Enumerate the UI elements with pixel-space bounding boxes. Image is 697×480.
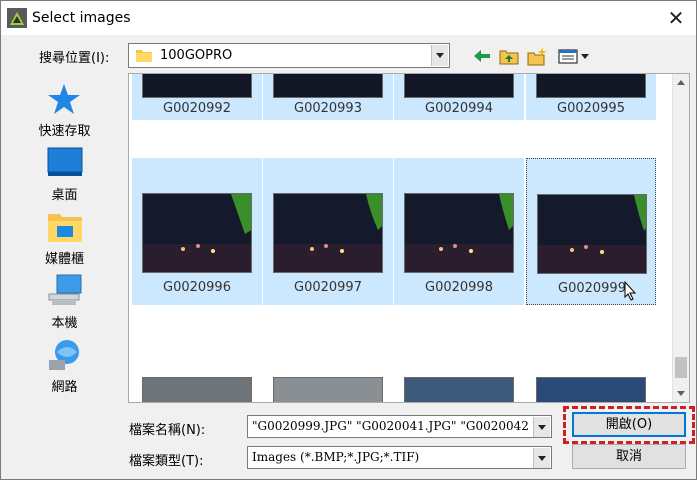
place-label: 媒體櫃 (44, 252, 84, 267)
file-name: G0020998 (425, 280, 493, 295)
file-tile[interactable]: G0020995 (526, 74, 656, 120)
scrollbar-thumb[interactable] (675, 357, 687, 378)
close-icon[interactable]: ✕ (656, 1, 696, 35)
file-name: G0020992 (163, 101, 231, 116)
file-name: G0020996 (163, 280, 231, 295)
filename-label: 檔案名稱(N): (129, 423, 206, 438)
place-libraries[interactable]: 媒體櫃 (7, 210, 122, 270)
image-thumbnail (537, 194, 647, 274)
file-tile[interactable]: G0020999 (526, 158, 656, 305)
file-name: G0020997 (294, 280, 362, 295)
filename-input[interactable]: "G0020999.JPG" "G0020041.JPG" "G0020042 (247, 415, 552, 438)
place-label: 本機 (51, 316, 78, 331)
file-tile[interactable] (394, 344, 524, 402)
chevron-down-icon (538, 456, 546, 461)
file-name: G0020994 (425, 101, 493, 116)
image-thumbnail (273, 74, 383, 98)
file-list-view[interactable]: G0020992 G0020993 G0020994 G0020995 G002… (128, 73, 690, 403)
file-name: G0020999 (558, 281, 626, 296)
image-thumbnail (142, 377, 252, 402)
file-tile[interactable]: G0020993 (263, 74, 393, 120)
this-pc-icon (48, 274, 82, 305)
place-label: 網路 (51, 380, 78, 395)
back-arrow-icon[interactable] (471, 46, 493, 66)
filetype-select[interactable]: Images (*.BMP;*.JPG;*.TIF) (247, 446, 552, 469)
image-thumbnail (142, 74, 252, 98)
image-thumbnail (404, 193, 514, 273)
cancel-button[interactable]: 取消 (572, 444, 686, 469)
file-tile[interactable]: G0020997 (263, 158, 393, 305)
place-network[interactable]: 網路 (7, 338, 122, 398)
file-tile[interactable]: G0020996 (132, 158, 262, 305)
filename-value: "G0020999.JPG" "G0020041.JPG" "G0020042 (252, 419, 529, 433)
mouse-cursor-icon (624, 281, 636, 301)
folder-icon (136, 50, 152, 62)
file-tile[interactable]: G0020994 (394, 74, 524, 120)
image-thumbnail (273, 377, 383, 402)
filetype-dropdown-button[interactable] (533, 448, 550, 468)
file-tile[interactable]: G0020998 (394, 158, 524, 305)
up-folder-icon[interactable] (498, 46, 520, 66)
filename-dropdown-button[interactable] (533, 417, 550, 437)
file-tile[interactable] (132, 344, 262, 402)
open-button[interactable]: 開啟(O) (572, 412, 686, 437)
lookin-dropdown-button[interactable] (431, 45, 448, 66)
scroll-up-icon[interactable] (677, 80, 685, 85)
quick-access-star-icon (48, 84, 80, 114)
place-quick-access[interactable]: 快速存取 (7, 82, 122, 142)
desktop-icon (47, 147, 83, 176)
network-icon (49, 340, 79, 370)
place-label: 快速存取 (38, 124, 91, 139)
filetype-label: 檔案類型(T): (129, 454, 204, 469)
file-tile[interactable]: G0020992 (132, 74, 262, 120)
filetype-value: Images (*.BMP;*.JPG;*.TIF) (252, 450, 420, 464)
app-icon (7, 8, 27, 28)
lookin-dropdown[interactable]: 100GOPRO (128, 43, 450, 68)
image-thumbnail (536, 74, 646, 98)
place-desktop[interactable]: 桌面 (7, 146, 122, 206)
image-thumbnail (404, 377, 514, 402)
scroll-down-icon[interactable] (677, 391, 685, 396)
title-bar: Select images ✕ (1, 1, 696, 35)
image-thumbnail (273, 193, 383, 273)
window-title: Select images (32, 10, 131, 26)
file-name: G0020995 (557, 101, 625, 116)
image-thumbnail (142, 193, 252, 273)
file-tile[interactable] (263, 344, 393, 402)
place-label: 桌面 (51, 188, 78, 203)
image-thumbnail (404, 74, 514, 98)
chevron-down-icon (436, 53, 444, 58)
new-folder-icon[interactable] (526, 46, 548, 66)
chevron-down-icon (538, 425, 546, 430)
place-this-pc[interactable]: 本機 (7, 274, 122, 334)
image-thumbnail (536, 377, 646, 402)
view-menu-icon[interactable] (557, 46, 591, 66)
libraries-icon (48, 214, 82, 242)
lookin-label: 搜尋位置(I): (39, 51, 110, 66)
places-bar: 快速存取 桌面 媒體櫃 本機 網路 (7, 77, 122, 402)
vertical-scrollbar[interactable] (672, 74, 689, 402)
lookin-value: 100GOPRO (160, 48, 233, 63)
file-tile[interactable] (526, 344, 656, 402)
file-dialog: Select images ✕ 搜尋位置(I): 100GOPRO 快速存取 桌… (0, 0, 697, 480)
file-name: G0020993 (294, 101, 362, 116)
